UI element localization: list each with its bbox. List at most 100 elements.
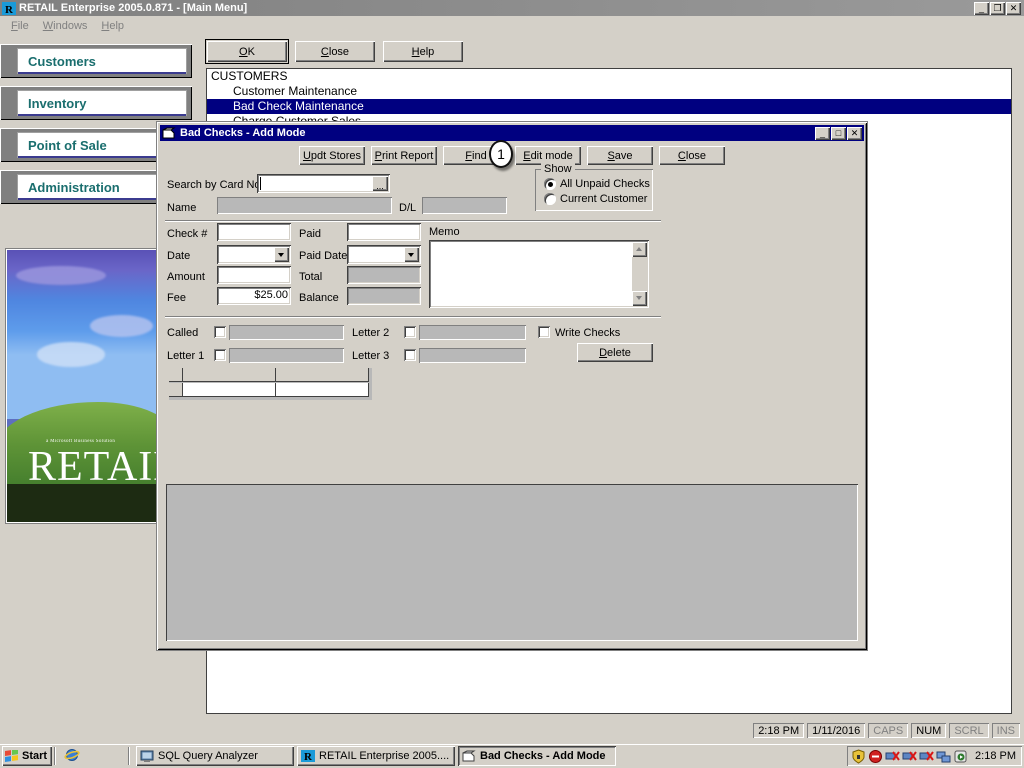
amount-label: Amount [167, 271, 205, 283]
letter3-checkbox[interactable] [404, 349, 416, 361]
check-number-input[interactable] [217, 223, 291, 241]
dialog-window-controls: _ □ ✕ [815, 126, 864, 140]
fee-value: $25.00 [254, 289, 288, 301]
date-combo[interactable] [217, 245, 291, 264]
radio-current-customer[interactable] [544, 193, 556, 205]
write-checks-checkbox[interactable] [538, 326, 550, 338]
dialog-close-button[interactable]: ✕ [847, 126, 862, 140]
splash-cloud [89, 315, 153, 338]
internet-explorer-icon[interactable] [64, 747, 80, 763]
balance-label: Balance [299, 292, 339, 304]
called-checkbox[interactable] [214, 326, 226, 338]
list-item-group[interactable]: CUSTOMERS [207, 69, 1011, 84]
tray-clock[interactable]: 2:18 PM [970, 750, 1018, 762]
fee-label: Fee [167, 292, 186, 304]
antivirus-icon[interactable] [868, 749, 883, 764]
menu-file[interactable]: File [4, 19, 36, 33]
memo-label: Memo [429, 226, 460, 238]
network-activity-icon[interactable] [936, 749, 951, 764]
windows-flag-icon [5, 748, 19, 763]
paid-date-label: Paid Date [299, 250, 348, 262]
svg-text:R: R [304, 751, 313, 763]
save-button[interactable]: Save [587, 146, 653, 165]
memo-scrollbar[interactable] [632, 242, 647, 306]
sidebar-underline [18, 72, 186, 74]
network-disconnected-icon[interactable] [885, 749, 900, 764]
total-label: Total [299, 271, 323, 283]
network-disconnected-2-icon[interactable] [902, 749, 917, 764]
list-item-selected[interactable]: Bad Check Maintenance [207, 99, 1011, 114]
results-grid[interactable] [169, 368, 372, 400]
grid-cell[interactable] [276, 383, 369, 397]
grid-header-cell[interactable] [183, 368, 276, 382]
fee-input[interactable]: $25.00 [217, 287, 291, 305]
chevron-down-icon[interactable] [274, 247, 289, 262]
network-disconnected-3-icon[interactable] [919, 749, 934, 764]
taskbar-item-retail-enterprise[interactable]: R RETAIL Enterprise 2005.... [297, 746, 455, 766]
results-panel [166, 484, 858, 641]
restore-button[interactable]: ❐ [990, 1, 1005, 15]
scroll-down-icon[interactable] [632, 291, 647, 306]
print-report-button[interactable]: Print Report [371, 146, 437, 165]
table-row[interactable] [169, 383, 369, 397]
radio-all-unpaid-checks-label: All Unpaid Checks [560, 178, 650, 190]
menu-windows[interactable]: Windows [36, 19, 95, 33]
status-date: 1/11/2016 [807, 723, 865, 738]
close-icon: ✕ [850, 127, 859, 138]
taskbar-separator [128, 747, 130, 765]
search-card-no-input[interactable]: ... [257, 174, 390, 193]
minimize-button[interactable]: _ [974, 1, 989, 15]
sidebar-item-label: Inventory [28, 95, 87, 111]
retail-splash-image: a Microsoft Business Solution RETAIL [7, 250, 157, 522]
memo-textarea[interactable] [429, 240, 649, 308]
radio-all-unpaid-checks[interactable] [544, 178, 556, 190]
sidebar-item-label: Customers [28, 53, 96, 69]
close-button-main[interactable]: Close [294, 40, 376, 63]
scroll-up-icon[interactable] [632, 242, 647, 257]
status-ins: INS [992, 723, 1020, 738]
list-item[interactable]: Customer Maintenance [207, 84, 1011, 99]
sidebar-item-inventory[interactable]: Inventory [0, 86, 192, 120]
taskbar-item-label: Bad Checks - Add Mode [480, 750, 606, 762]
maximize-icon: □ [835, 127, 842, 138]
paid-date-combo[interactable] [347, 245, 421, 264]
sidebar-item-label: Point of Sale [28, 137, 107, 153]
letter1-checkbox[interactable] [214, 349, 226, 361]
letter1-label: Letter 1 [167, 350, 205, 362]
start-button[interactable]: Start [2, 746, 53, 766]
security-shield-icon[interactable] [851, 748, 866, 764]
menu-help[interactable]: Help [94, 19, 131, 33]
close-button[interactable]: ✕ [1006, 1, 1021, 15]
help-button-main[interactable]: Help [382, 40, 464, 63]
ok-button[interactable]: OK [206, 40, 288, 63]
search-by-card-label: Search by Card No. [167, 179, 264, 191]
grid-row-header[interactable] [169, 383, 183, 397]
sidebar-item-customers[interactable]: Customers [0, 44, 192, 78]
amount-input[interactable] [217, 266, 291, 284]
taskbar: Start SQL Query Analyzer R RETAIL Enterp… [0, 744, 1024, 768]
paid-input[interactable] [347, 223, 421, 241]
letter2-date-value [419, 325, 526, 340]
grid-header-cell[interactable] [276, 368, 369, 382]
taskbar-item-sql-query-analyzer[interactable]: SQL Query Analyzer [136, 746, 294, 766]
dl-label: D/L [399, 202, 417, 214]
sql-query-analyzer-icon [140, 749, 154, 763]
updt-stores-button[interactable]: Updt Stores [299, 146, 365, 165]
close-button-dialog[interactable]: Close [659, 146, 725, 165]
delete-button[interactable]: Delete [577, 343, 653, 362]
card-browse-button[interactable]: ... [372, 176, 388, 191]
status-time: 2:18 PM [753, 723, 804, 738]
quick-launch-bar [64, 747, 80, 763]
media-player-icon[interactable] [953, 749, 968, 764]
letter2-checkbox[interactable] [404, 326, 416, 338]
grid-cell[interactable] [183, 383, 276, 397]
restore-icon: ❐ [993, 2, 1002, 13]
dialog-maximize-button[interactable]: □ [831, 126, 846, 140]
dialog-minimize-button[interactable]: _ [815, 126, 830, 140]
text-caret [260, 177, 261, 190]
splash-cloud [37, 342, 105, 367]
main-window-titlebar: R RETAIL Enterprise 2005.0.871 - [Main M… [0, 0, 1024, 16]
taskbar-item-bad-checks[interactable]: Bad Checks - Add Mode [458, 746, 616, 766]
name-value [217, 197, 392, 214]
chevron-down-icon[interactable] [404, 247, 419, 262]
